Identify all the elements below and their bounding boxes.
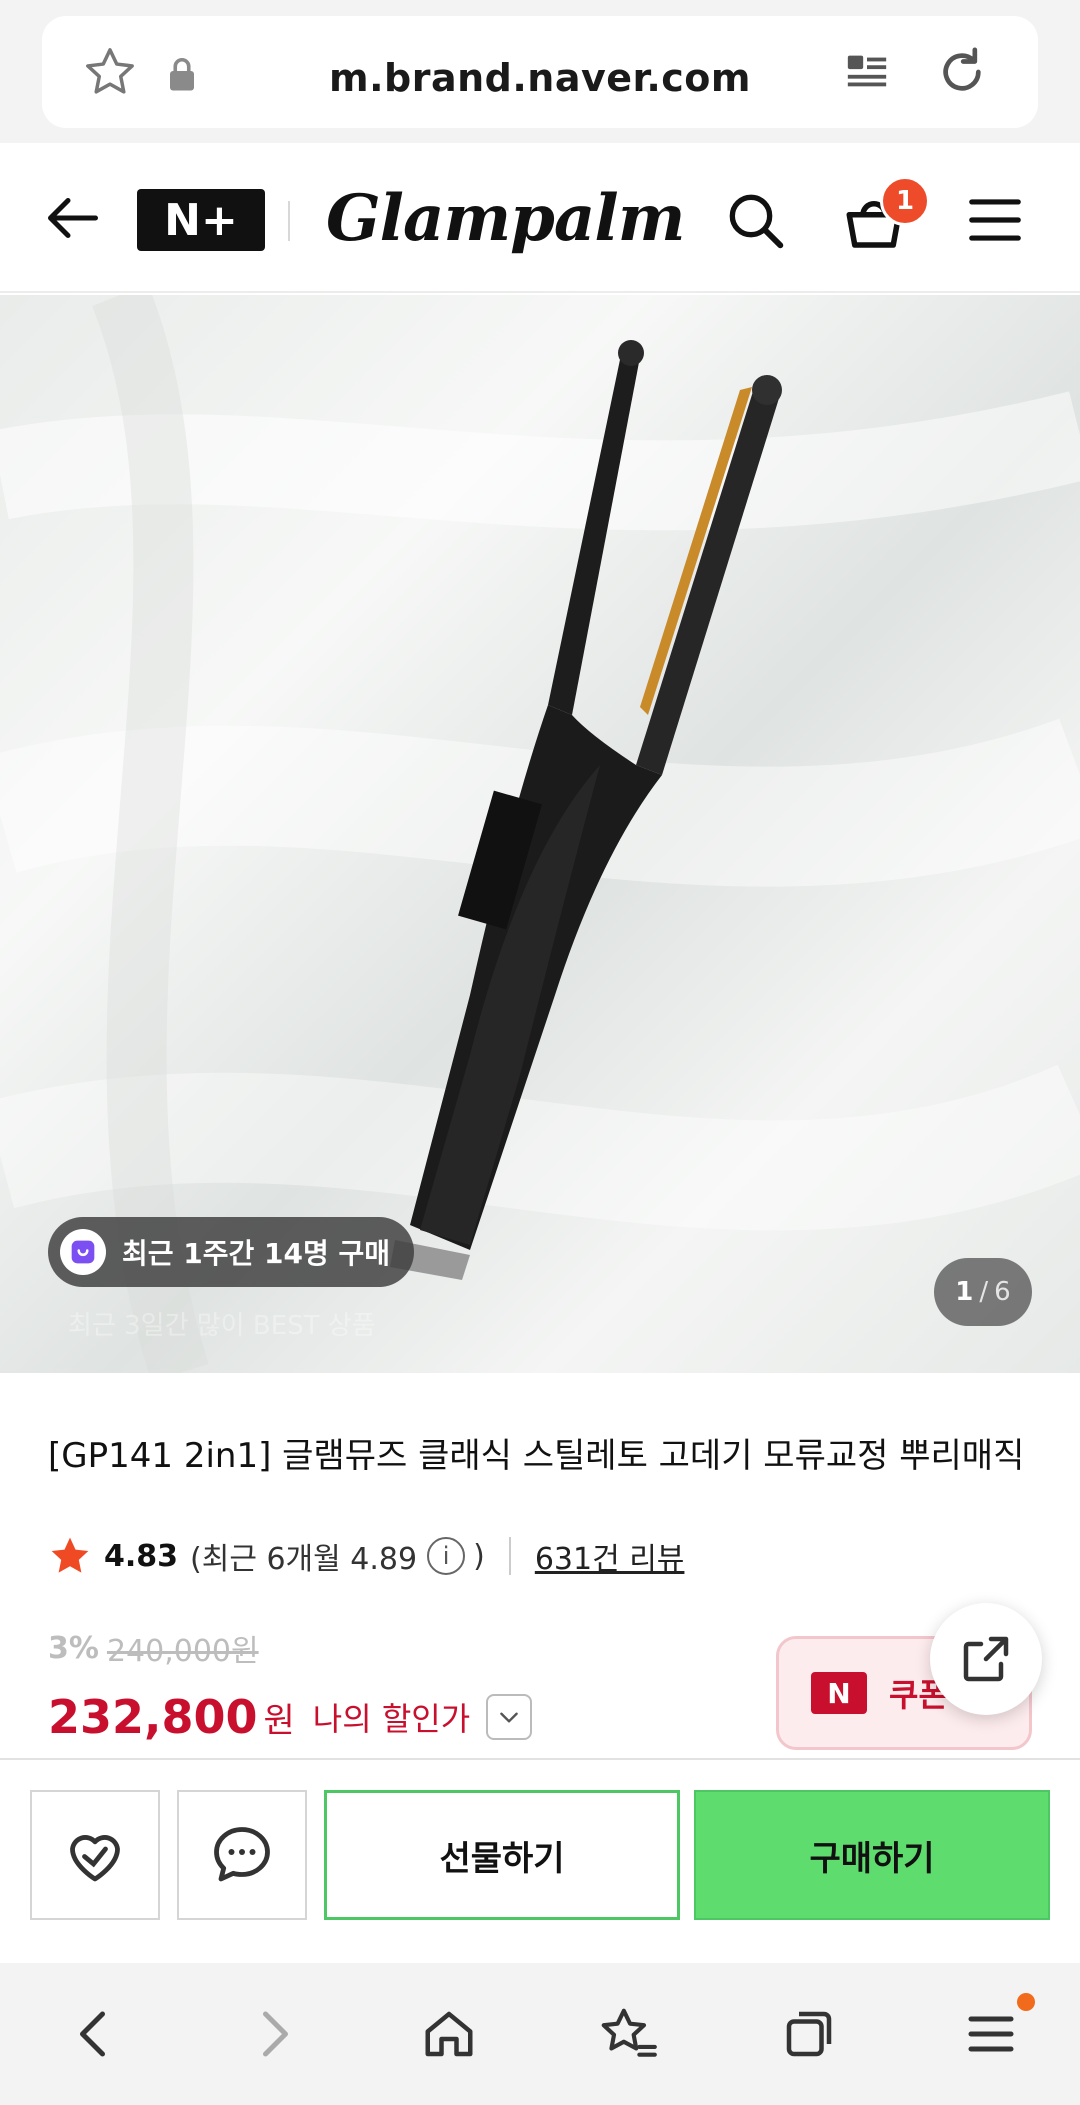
- image-pager: 1 / 6: [934, 1258, 1032, 1326]
- price-currency: 원: [263, 1700, 295, 1741]
- browser-back-icon[interactable]: [60, 1999, 130, 2069]
- share-button[interactable]: [930, 1603, 1042, 1715]
- price-detail-toggle[interactable]: [486, 1694, 533, 1740]
- recent-purchase-badge: 최근 1주간 14명 구매: [48, 1217, 415, 1287]
- share-icon: [963, 1636, 1009, 1682]
- bookmarks-icon[interactable]: [594, 1999, 664, 2069]
- recent-purchase-text: 최근 1주간 14명 구매: [122, 1237, 391, 1270]
- naver-n-badge: N: [811, 1672, 867, 1714]
- wishlist-button[interactable]: [30, 1790, 160, 1920]
- gift-button[interactable]: 선물하기: [324, 1790, 680, 1920]
- back-arrow-icon[interactable]: [40, 185, 106, 251]
- reader-mode-icon[interactable]: [842, 46, 892, 96]
- heart-icon: [70, 1835, 120, 1882]
- url-field[interactable]: m.brand.naver.com: [42, 16, 1038, 128]
- purchase-action-bar: 선물하기 구매하기: [0, 1758, 1080, 1963]
- pager-separator: /: [979, 1277, 989, 1307]
- rating-score: 4.83: [104, 1538, 179, 1574]
- rating-divider: [508, 1537, 511, 1575]
- star-rating-icon: [48, 1534, 92, 1578]
- pager-current: 1: [955, 1277, 974, 1307]
- discount-percent: 3%: [48, 1630, 99, 1666]
- info-icon[interactable]: i: [427, 1537, 466, 1575]
- browser-address-bar: m.brand.naver.com: [0, 0, 1080, 143]
- browser-menu-icon[interactable]: [956, 1999, 1026, 2069]
- cart-count-badge: 1: [880, 176, 930, 226]
- product-title: [GP141 2in1] 글램뮤즈 클래식 스틸레토 고데기 모류교정 뿌리매직: [48, 1436, 1025, 1476]
- chevron-down-icon: [500, 1712, 518, 1723]
- refresh-icon[interactable]: [932, 42, 992, 102]
- chat-icon: [214, 1827, 270, 1882]
- tabs-icon[interactable]: [774, 1999, 844, 2069]
- my-discount-label: 나의 할인가: [312, 1700, 471, 1738]
- rating-row: 4.83 (최근 6개월 4.89 i ) 631건 리뷰: [48, 1530, 684, 1582]
- store-header: N+ Glampalm 1: [0, 143, 1080, 293]
- review-count-link[interactable]: 631건 리뷰: [535, 1534, 685, 1578]
- sale-price-row: 232,800 원 나의 할인가: [48, 1690, 533, 1744]
- menu-icon[interactable]: [960, 185, 1030, 255]
- buy-button[interactable]: 구매하기: [694, 1790, 1050, 1920]
- next-badge-preview: 최근 3일간 많이 BEST 상품: [68, 1310, 376, 1341]
- shopping-bag-icon: [60, 1229, 106, 1275]
- product-image-carousel[interactable]: 최근 1주간 14명 구매 최근 3일간 많이 BEST 상품 1 / 6: [0, 295, 1080, 1373]
- original-price-row: 3% 240,000원: [48, 1626, 259, 1670]
- talk-button[interactable]: [177, 1790, 307, 1920]
- search-icon[interactable]: [720, 185, 790, 255]
- brand-logo[interactable]: Glampalm: [326, 181, 685, 256]
- header-divider: [288, 201, 290, 241]
- product-photo: [0, 295, 1080, 1373]
- recent-rating-close: ): [473, 1538, 485, 1574]
- browser-forward-icon[interactable]: [238, 1999, 308, 2069]
- sale-price: 232,800: [48, 1690, 258, 1744]
- original-price: 240,000원: [106, 1634, 259, 1669]
- recent-rating-text: (최근 6개월 4.89: [190, 1542, 418, 1577]
- notification-dot: [1017, 1993, 1035, 2011]
- home-icon[interactable]: [414, 1999, 484, 2069]
- nplus-logo[interactable]: N+: [137, 189, 265, 251]
- recent-rating: (최근 6개월 4.89 i ): [190, 1534, 485, 1578]
- browser-bottom-nav: [0, 1963, 1080, 2105]
- pager-total: 6: [994, 1277, 1011, 1307]
